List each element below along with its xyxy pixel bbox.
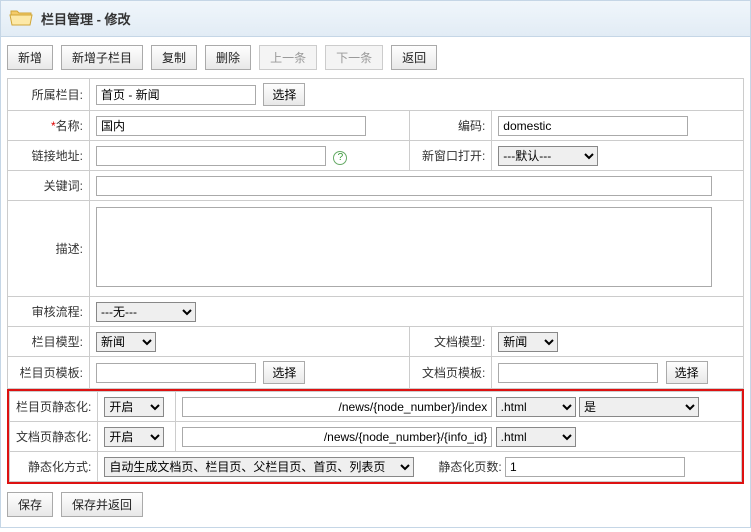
static-section: 栏目页静态化: 开启 .html 是 文档页静态化: 开启 bbox=[7, 389, 744, 484]
new-sub-button[interactable]: 新增子栏目 bbox=[61, 45, 143, 70]
docmodel-select[interactable]: 新闻 bbox=[498, 332, 558, 352]
label-docmodel: 文档模型: bbox=[410, 327, 492, 357]
label-description: 描述: bbox=[8, 201, 90, 297]
save-back-button[interactable]: 保存并返回 bbox=[61, 492, 143, 517]
name-input[interactable] bbox=[96, 116, 366, 136]
label-workflow: 审核流程: bbox=[8, 297, 90, 327]
keywords-input[interactable] bbox=[96, 176, 712, 196]
help-icon[interactable]: ? bbox=[333, 151, 347, 165]
label-nodestatic: 栏目页静态化: bbox=[10, 392, 98, 422]
label-doctpl: 文档页模板: bbox=[410, 357, 492, 389]
label-staticmethod: 静态化方式: bbox=[10, 452, 98, 482]
new-button[interactable]: 新增 bbox=[7, 45, 53, 70]
docstatic-path-input[interactable] bbox=[182, 427, 492, 447]
delete-button[interactable]: 删除 bbox=[205, 45, 251, 70]
footer: 保存 保存并返回 bbox=[7, 492, 744, 517]
staticpages-input[interactable] bbox=[505, 457, 685, 477]
label-nodemodel: 栏目模型: bbox=[8, 327, 90, 357]
page-header: 栏目管理 - 修改 bbox=[0, 0, 751, 37]
save-button[interactable]: 保存 bbox=[7, 492, 53, 517]
parent-input[interactable] bbox=[96, 85, 256, 105]
back-button[interactable]: 返回 bbox=[391, 45, 437, 70]
form-table: 所属栏目: 选择 *名称: 编码: 链接地址: bbox=[7, 78, 744, 389]
label-staticpages: 静态化页数: bbox=[424, 458, 502, 475]
label-parent: 所属栏目: bbox=[8, 79, 90, 111]
toolbar: 新增 新增子栏目 复制 删除 上一条 下一条 返回 bbox=[7, 45, 744, 70]
next-button: 下一条 bbox=[325, 45, 383, 70]
copy-button[interactable]: 复制 bbox=[151, 45, 197, 70]
docstatic-ext-select[interactable]: .html bbox=[496, 427, 576, 447]
label-keywords: 关键词: bbox=[8, 171, 90, 201]
docstatic-on-select[interactable]: 开启 bbox=[104, 427, 164, 447]
nodemodel-select[interactable]: 新闻 bbox=[96, 332, 156, 352]
nodestatic-ext-select[interactable]: .html bbox=[496, 397, 576, 417]
workflow-select[interactable]: ---无--- bbox=[96, 302, 196, 322]
doctpl-input[interactable] bbox=[498, 363, 658, 383]
link-input[interactable] bbox=[96, 146, 326, 166]
label-name: *名称: bbox=[8, 111, 90, 141]
staticmethod-select[interactable]: 自动生成文档页、栏目页、父栏目页、首页、列表页 bbox=[104, 457, 414, 477]
label-link: 链接地址: bbox=[8, 141, 90, 171]
doctpl-select-button[interactable]: 选择 bbox=[666, 361, 708, 384]
nodestatic-def-select[interactable]: 是 bbox=[579, 397, 699, 417]
label-nodetpl: 栏目页模板: bbox=[8, 357, 90, 389]
nodetpl-select-button[interactable]: 选择 bbox=[263, 361, 305, 384]
code-input[interactable] bbox=[498, 116, 688, 136]
label-newwindow: 新窗口打开: bbox=[410, 141, 492, 171]
folder-icon bbox=[9, 7, 33, 30]
nodetpl-input[interactable] bbox=[96, 363, 256, 383]
parent-select-button[interactable]: 选择 bbox=[263, 83, 305, 106]
label-code: 编码: bbox=[410, 111, 492, 141]
prev-button: 上一条 bbox=[259, 45, 317, 70]
nodestatic-on-select[interactable]: 开启 bbox=[104, 397, 164, 417]
description-textarea[interactable] bbox=[96, 207, 712, 287]
nodestatic-path-input[interactable] bbox=[182, 397, 492, 417]
label-docstatic: 文档页静态化: bbox=[10, 422, 98, 452]
page-title: 栏目管理 - 修改 bbox=[41, 9, 131, 28]
newwindow-select[interactable]: ---默认--- bbox=[498, 146, 598, 166]
